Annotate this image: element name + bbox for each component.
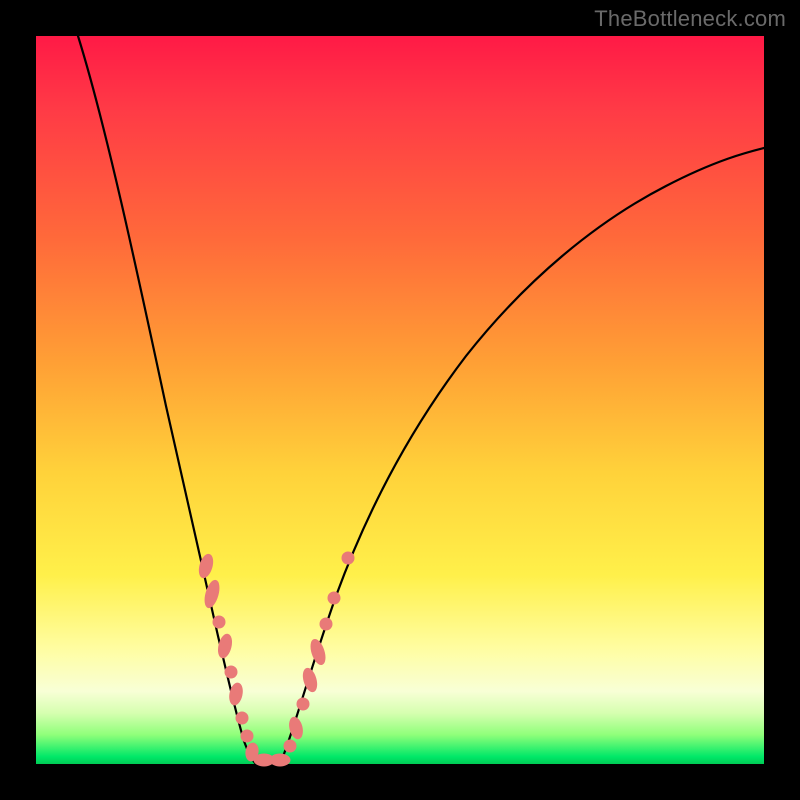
data-markers-group — [197, 552, 354, 766]
data-marker — [328, 592, 340, 604]
watermark-text: TheBottleneck.com — [594, 6, 786, 32]
plot-area — [36, 36, 764, 764]
frame: TheBottleneck.com — [0, 0, 800, 800]
data-marker — [270, 754, 290, 766]
data-marker — [301, 667, 319, 693]
curve-right-branch — [280, 148, 764, 764]
data-marker — [308, 638, 327, 666]
data-marker — [241, 730, 253, 742]
data-marker — [225, 666, 237, 678]
chart-svg — [36, 36, 764, 764]
data-marker — [213, 616, 225, 628]
data-marker — [284, 740, 296, 752]
data-marker — [342, 552, 354, 564]
data-marker — [320, 618, 332, 630]
data-marker — [236, 712, 248, 724]
data-marker — [297, 698, 309, 710]
curve-left-branch — [78, 36, 256, 764]
